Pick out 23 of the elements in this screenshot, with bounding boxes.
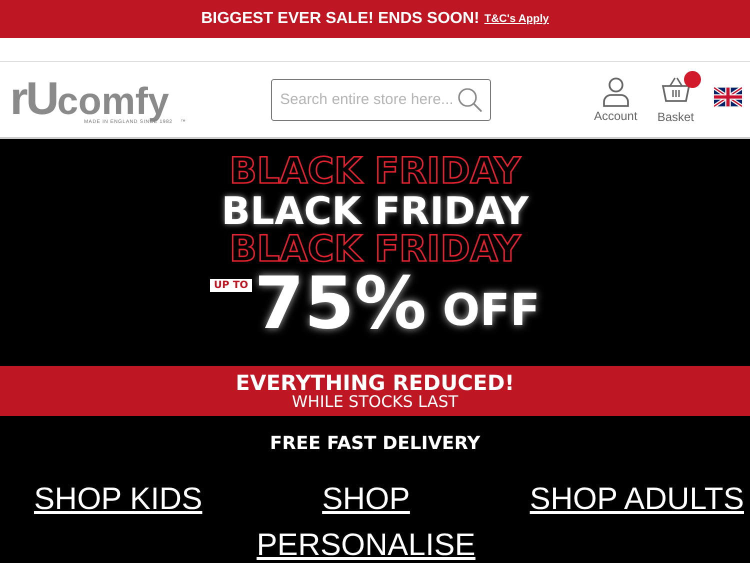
logo-mark[interactable]: rU: [10, 74, 58, 120]
flag-icon[interactable]: [714, 86, 742, 106]
off-text: OFF: [442, 284, 540, 336]
search-icon[interactable]: [457, 86, 483, 112]
shop-link[interactable]: SHOP PERSONALISE: [246, 476, 486, 563]
outline-title: BLACK FRIDAY: [229, 153, 521, 191]
shop-link[interactable]: SHOP ADULTS: [530, 476, 744, 563]
outline-title: BLACK FRIDAY: [229, 231, 521, 269]
basket-link[interactable]: Basket: [657, 110, 694, 124]
discount-text: 75%: [254, 271, 427, 336]
shop-link[interactable]: SHOP KIDS: [34, 476, 202, 563]
sale-title: BLACK FRIDAY: [221, 191, 529, 231]
band-subtitle: WHILE STOCKS LAST: [292, 394, 458, 410]
band-title: EVERYTHING REDUCED!: [236, 372, 514, 394]
search-field[interactable]: Search entire store here...: [271, 78, 491, 120]
person-icon[interactable]: [602, 76, 630, 106]
terms-link[interactable]: T&C's Apply: [484, 13, 549, 25]
basket-icon[interactable]: [660, 75, 691, 103]
promo-text: BIGGEST EVER SALE! ENDS SOON!: [201, 10, 480, 28]
delivery-text: FREE FAST DELIVERY: [268, 433, 482, 454]
up-to-label: UP TO: [210, 279, 252, 292]
account-link[interactable]: Account: [594, 108, 638, 122]
logo-text[interactable]: comfy: [57, 82, 170, 120]
